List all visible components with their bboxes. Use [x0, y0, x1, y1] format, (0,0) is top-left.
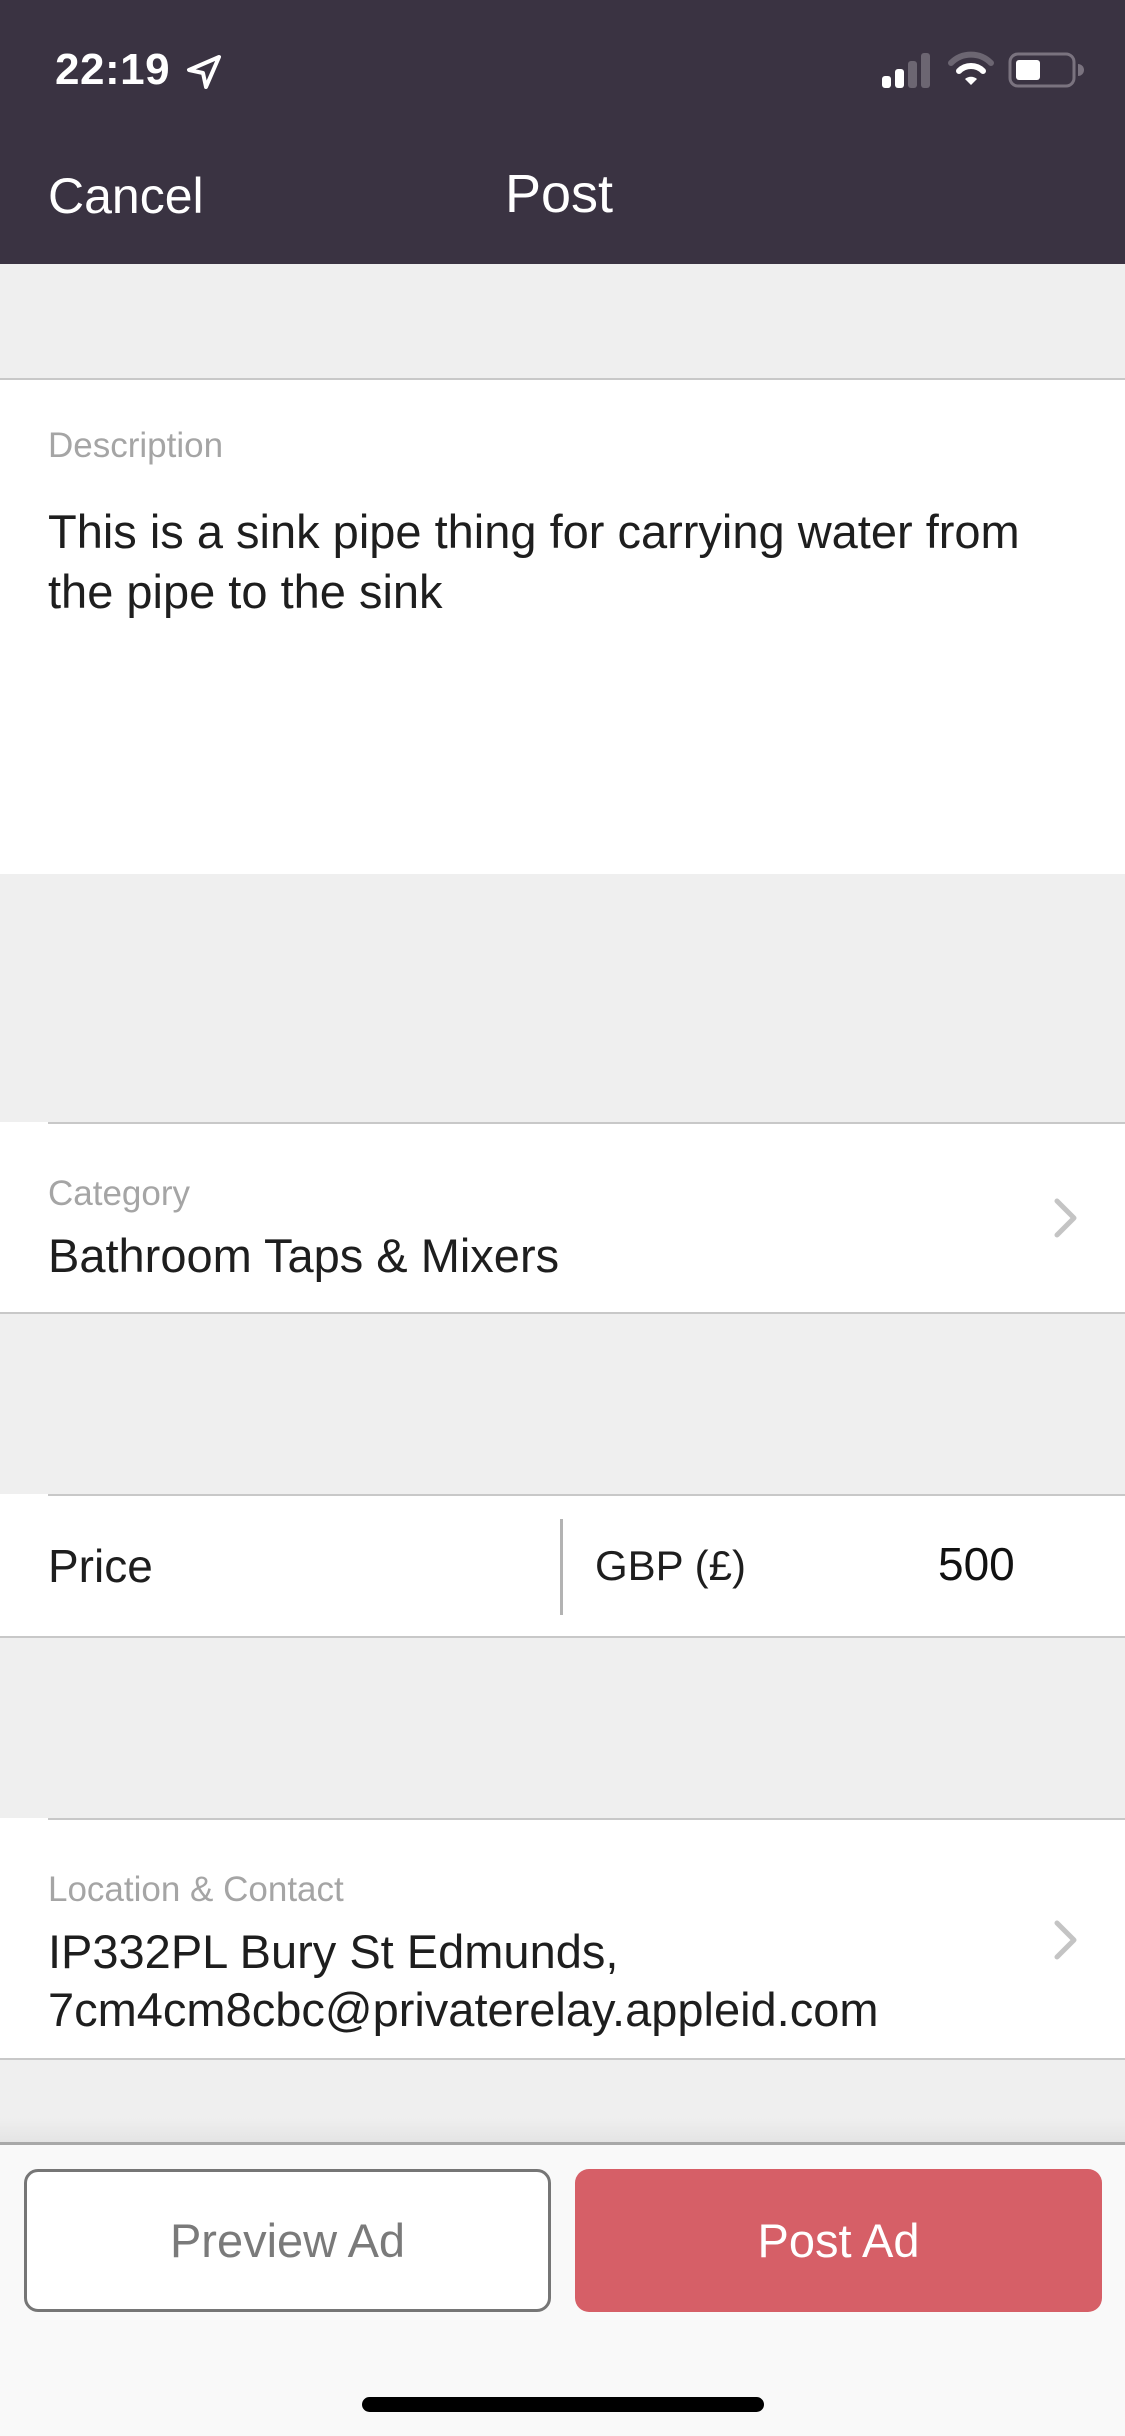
- cellular-signal-icon: [882, 53, 930, 88]
- price-label: Price: [48, 1540, 153, 1592]
- wifi-icon: [948, 51, 994, 85]
- divider: [48, 1122, 1125, 1124]
- price-row: Price GBP (£) 500: [0, 1494, 1125, 1638]
- category-label: Category: [48, 1174, 191, 1213]
- location-contact-row[interactable]: Location & Contact IP332PL Bury St Edmun…: [0, 1818, 1125, 2060]
- currency-selector[interactable]: GBP (£): [595, 1536, 746, 1596]
- chevron-right-icon: [1054, 1920, 1077, 1960]
- contact-email: 7cm4cm8cbc@privaterelay.appleid.com: [48, 1983, 879, 2036]
- divider: [48, 1494, 1125, 1496]
- divider: [0, 1312, 1125, 1314]
- category-value: Bathroom Taps & Mixers: [48, 1229, 560, 1282]
- category-row[interactable]: Category Bathroom Taps & Mixers: [0, 1122, 1125, 1314]
- divider: [0, 378, 1125, 380]
- divider: [0, 1636, 1125, 1638]
- price-input[interactable]: 500: [938, 1534, 1015, 1594]
- page-title: Post: [505, 164, 614, 224]
- location-contact-label: Location & Contact: [48, 1870, 344, 1909]
- divider: [0, 2058, 1125, 2060]
- bottom-action-bar: Preview Ad Post Ad: [0, 2142, 1125, 2436]
- bottom-bar-shadow: [0, 2118, 1125, 2142]
- divider: [48, 1818, 1125, 1820]
- chevron-right-icon: [1054, 1198, 1077, 1238]
- battery-icon: [1008, 52, 1084, 88]
- location-arrow-icon: [187, 55, 221, 89]
- description-text[interactable]: This is a sink pipe thing for carrying w…: [48, 502, 1048, 622]
- cancel-button[interactable]: Cancel: [48, 166, 204, 226]
- description-label: Description: [48, 426, 224, 465]
- price-divider: [560, 1519, 563, 1615]
- home-indicator[interactable]: [362, 2397, 764, 2412]
- description-field[interactable]: Description This is a sink pipe thing fo…: [0, 378, 1125, 874]
- status-time: 22:19: [55, 45, 171, 94]
- post-ad-button[interactable]: Post Ad: [575, 2169, 1102, 2312]
- preview-ad-button[interactable]: Preview Ad: [24, 2169, 551, 2312]
- location-text: IP332PL Bury St Edmunds,: [48, 1925, 619, 1978]
